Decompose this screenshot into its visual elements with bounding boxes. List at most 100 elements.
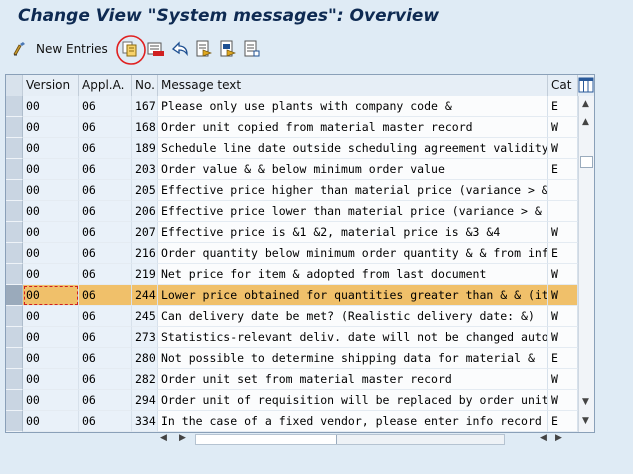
table-row[interactable]: 00 06 273 Statistics-relevant deliv. date w… — [6, 327, 578, 348]
cell-category[interactable]: W — [548, 390, 578, 411]
cell-number[interactable]: 203 — [132, 159, 158, 180]
scroll-left-icon[interactable]: ◀ — [160, 433, 167, 443]
cell-version[interactable]: 00 — [23, 285, 79, 306]
scroll-right-icon[interactable]: ▶ — [555, 433, 562, 443]
cell-number[interactable]: 167 — [132, 96, 158, 117]
row-selector[interactable] — [6, 243, 23, 264]
table-row[interactable]: 00 06 207 Effective price is &1 &2, materia… — [6, 222, 578, 243]
cell-version[interactable]: 00 — [23, 180, 79, 201]
cell-number[interactable]: 207 — [132, 222, 158, 243]
horizontal-scroll-track[interactable] — [195, 434, 505, 445]
table-row[interactable]: 00 06 167 Please only use plants with compa… — [6, 96, 578, 117]
cell-message-text[interactable]: Can delivery date be met? (Realistic del… — [158, 306, 548, 327]
cell-number[interactable]: 216 — [132, 243, 158, 264]
cell-application-area[interactable]: 06 — [79, 138, 132, 159]
cell-application-area[interactable]: 06 — [79, 117, 132, 138]
cell-message-text[interactable]: Order unit copied from material master r… — [158, 117, 548, 138]
scroll-up-page-icon[interactable]: ▲ — [582, 117, 589, 127]
cell-category[interactable]: W — [548, 117, 578, 138]
cell-version[interactable]: 00 — [23, 306, 79, 327]
row-selector[interactable] — [6, 138, 23, 159]
cell-message-text[interactable]: Order value & & below minimum order valu… — [158, 159, 548, 180]
row-selector[interactable] — [6, 117, 23, 138]
column-header-application-area[interactable]: Appl.A. — [79, 75, 132, 96]
cell-version[interactable]: 00 — [23, 369, 79, 390]
row-selector[interactable] — [6, 390, 23, 411]
cell-application-area[interactable]: 06 — [79, 411, 132, 432]
cell-category[interactable]: W — [548, 264, 578, 285]
cell-category[interactable]: W — [548, 222, 578, 243]
table-row[interactable]: 00 06 206 Effective price lower than materi… — [6, 201, 578, 222]
cell-category[interactable]: E — [548, 243, 578, 264]
cell-number[interactable]: 206 — [132, 201, 158, 222]
cell-message-text[interactable]: Please only use plants with company code… — [158, 96, 548, 117]
table-row[interactable]: 00 06 244 Lower price obtained for quantiti… — [6, 285, 578, 306]
row-selector[interactable] — [6, 222, 23, 243]
table-row[interactable]: 00 06 334 In the case of a fixed vendor, pl… — [6, 411, 578, 432]
cell-version[interactable]: 00 — [23, 327, 79, 348]
cell-application-area[interactable]: 06 — [79, 180, 132, 201]
row-selector[interactable] — [6, 264, 23, 285]
scroll-left-end-icon[interactable]: ◀ — [540, 433, 547, 443]
cell-category[interactable]: W — [548, 306, 578, 327]
cell-application-area[interactable]: 06 — [79, 285, 132, 306]
column-header-version[interactable]: Version — [23, 75, 79, 96]
cell-number[interactable]: 294 — [132, 390, 158, 411]
cell-application-area[interactable]: 06 — [79, 96, 132, 117]
cell-version[interactable]: 00 — [23, 390, 79, 411]
cell-application-area[interactable]: 06 — [79, 159, 132, 180]
cell-number[interactable]: 273 — [132, 327, 158, 348]
cell-version[interactable]: 00 — [23, 117, 79, 138]
horizontal-scroll-thumb[interactable] — [196, 435, 337, 444]
deselect-all-button[interactable] — [242, 39, 262, 59]
horizontal-scrollbar[interactable]: ◀ ▶ ◀ ▶ — [155, 433, 565, 447]
scroll-thumb[interactable] — [580, 156, 593, 168]
table-row[interactable]: 00 06 280 Not possible to determine shippin… — [6, 348, 578, 369]
cell-application-area[interactable]: 06 — [79, 327, 132, 348]
cell-number[interactable]: 219 — [132, 264, 158, 285]
table-row[interactable]: 00 06 282 Order unit set from material mast… — [6, 369, 578, 390]
cell-number[interactable]: 168 — [132, 117, 158, 138]
table-row[interactable]: 00 06 294 Order unit of requisition will be… — [6, 390, 578, 411]
select-all-corner[interactable] — [6, 75, 23, 96]
cell-category[interactable]: E — [548, 159, 578, 180]
row-selector[interactable] — [6, 369, 23, 390]
cell-category[interactable]: W — [548, 327, 578, 348]
cell-application-area[interactable]: 06 — [79, 390, 132, 411]
cell-message-text[interactable]: Order unit set from material master reco… — [158, 369, 548, 390]
select-all-button[interactable] — [194, 39, 214, 59]
table-row[interactable]: 00 06 168 Order unit copied from material m… — [6, 117, 578, 138]
cell-version[interactable]: 00 — [23, 348, 79, 369]
cell-application-area[interactable]: 06 — [79, 201, 132, 222]
column-header-number[interactable]: No. — [132, 75, 158, 96]
row-selector[interactable] — [6, 285, 23, 306]
row-selector[interactable] — [6, 180, 23, 201]
cell-application-area[interactable]: 06 — [79, 222, 132, 243]
row-selector[interactable] — [6, 159, 23, 180]
cell-version[interactable]: 00 — [23, 264, 79, 285]
cell-message-text[interactable]: Schedule line date outside scheduling ag… — [158, 138, 548, 159]
cell-category[interactable] — [548, 201, 578, 222]
cell-category[interactable]: W — [548, 369, 578, 390]
cell-number[interactable]: 280 — [132, 348, 158, 369]
cell-message-text[interactable]: Order unit of requisition will be replac… — [158, 390, 548, 411]
table-row[interactable]: 00 06 205 Effective price higher than mater… — [6, 180, 578, 201]
cell-version[interactable]: 00 — [23, 201, 79, 222]
cell-message-text[interactable]: Effective price is &1 &2, material price… — [158, 222, 548, 243]
cell-message-text[interactable]: In the case of a fixed vendor, please en… — [158, 411, 548, 432]
table-settings-button[interactable] — [578, 75, 594, 96]
cell-category[interactable] — [548, 180, 578, 201]
cell-number[interactable]: 245 — [132, 306, 158, 327]
delete-button[interactable] — [146, 39, 166, 59]
cell-application-area[interactable]: 06 — [79, 243, 132, 264]
row-selector[interactable] — [6, 327, 23, 348]
select-block-button[interactable] — [218, 39, 238, 59]
row-selector[interactable] — [6, 201, 23, 222]
table-row[interactable]: 00 06 245 Can delivery date be met? (Realis… — [6, 306, 578, 327]
table-row[interactable]: 00 06 203 Order value & & below minimum ord… — [6, 159, 578, 180]
cell-message-text[interactable]: Lower price obtained for quantities grea… — [158, 285, 548, 306]
cell-number[interactable]: 189 — [132, 138, 158, 159]
cell-number[interactable]: 244 — [132, 285, 158, 306]
scroll-up-icon[interactable]: ▲ — [582, 99, 589, 109]
cell-message-text[interactable]: Order quantity below minimum order quant… — [158, 243, 548, 264]
